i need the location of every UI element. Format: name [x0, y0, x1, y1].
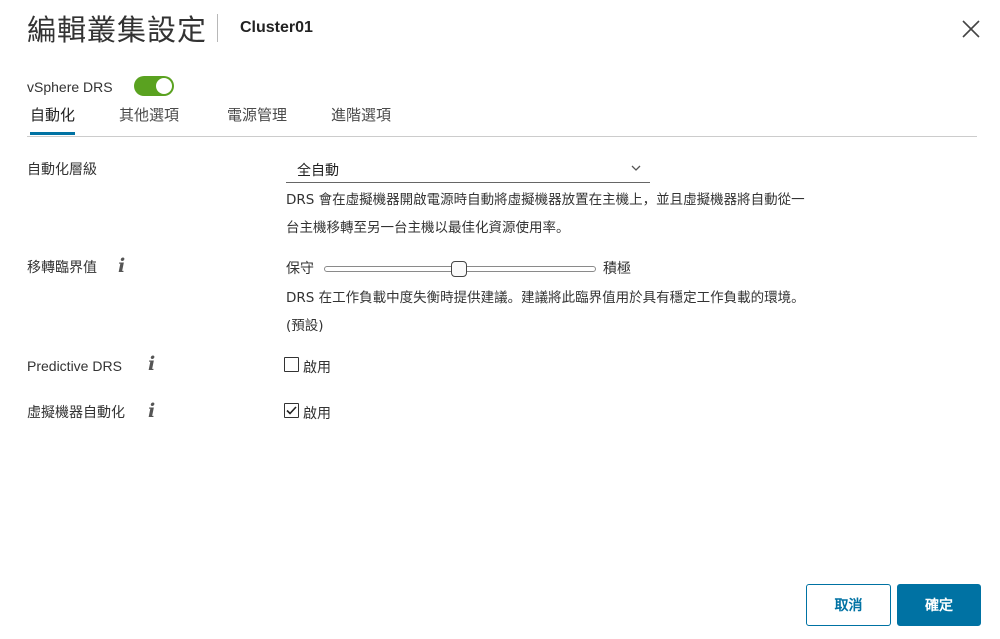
threshold-slider-thumb[interactable]	[451, 261, 467, 277]
vm-automation-checkbox[interactable]	[284, 403, 299, 418]
chevron-down-icon	[631, 165, 641, 171]
info-icon[interactable]: i	[118, 256, 125, 276]
close-button[interactable]	[959, 17, 983, 41]
title-divider	[217, 14, 218, 42]
automation-level-label: 自動化層級	[27, 162, 97, 178]
vm-automation-label: 虛擬機器自動化	[27, 405, 125, 421]
predictive-drs-checkbox[interactable]	[284, 357, 299, 372]
vm-automation-enable-label: 啟用	[303, 406, 331, 422]
tab-advanced-options[interactable]: 進階選項	[331, 104, 391, 132]
cluster-name: Cluster01	[240, 19, 313, 36]
tab-other-options[interactable]: 其他選項	[119, 104, 179, 132]
automation-level-select[interactable]: 全自動	[286, 158, 650, 183]
checkmark-icon	[286, 406, 297, 415]
tab-automation[interactable]: 自動化	[30, 104, 76, 135]
info-icon[interactable]: i	[148, 401, 155, 421]
automation-level-value: 全自動	[297, 163, 339, 179]
tab-power-management[interactable]: 電源管理	[227, 104, 287, 132]
automation-level-desc-1: DRS 會在虛擬機器開啟電源時自動將虛擬機器放置在主機上，並且虛擬機器將自動從一	[286, 192, 805, 208]
automation-level-desc-2: 台主機移轉至另一台主機以最佳化資源使用率。	[286, 220, 570, 236]
threshold-desc: DRS 在工作負載中度失衡時提供建議。建議將此臨界值用於具有穩定工作負載的環境。	[286, 290, 805, 306]
drs-label: vSphere DRS	[27, 79, 113, 95]
ok-button[interactable]: 確定	[897, 584, 981, 626]
dialog-title: 編輯叢集設定	[27, 13, 208, 47]
predictive-drs-label: Predictive DRS	[27, 358, 122, 374]
drs-toggle[interactable]	[134, 76, 174, 96]
predictive-drs-enable-label: 啟用	[303, 360, 331, 376]
toggle-knob	[156, 78, 172, 94]
threshold-min-label: 保守	[286, 261, 314, 277]
info-icon[interactable]: i	[148, 354, 155, 374]
threshold-default-note: (預設)	[286, 318, 324, 334]
migration-threshold-label: 移轉臨界值	[27, 260, 97, 276]
cancel-button[interactable]: 取消	[806, 584, 891, 626]
close-icon	[962, 20, 980, 38]
threshold-max-label: 積極	[603, 261, 631, 277]
tab-bar: 自動化 其他選項 電源管理 進階選項	[27, 104, 977, 137]
